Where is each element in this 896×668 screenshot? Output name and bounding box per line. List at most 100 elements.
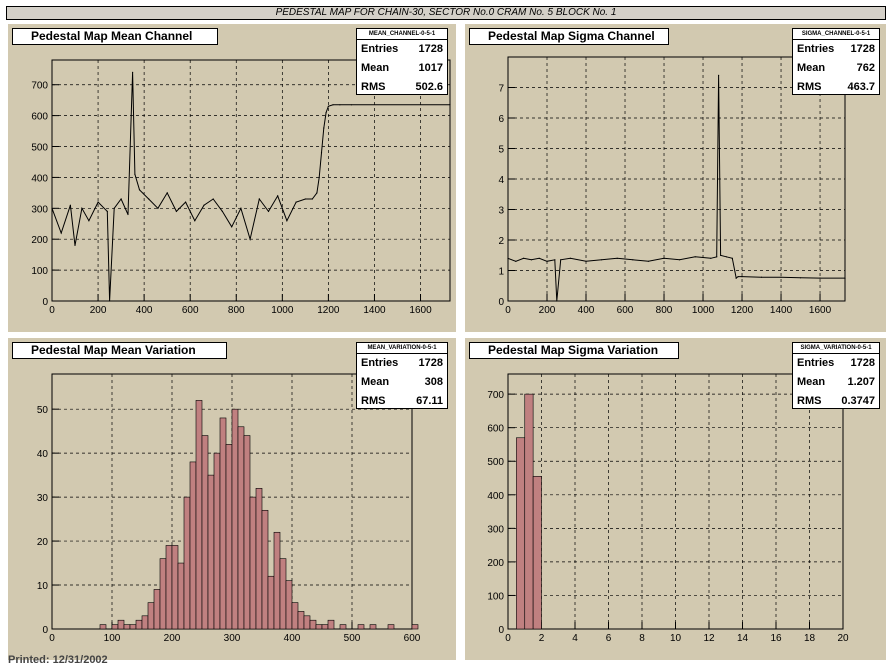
- y-tick-label: 50: [37, 405, 49, 416]
- stats-box: SIGMA_VARIATION-0-5-1 Entries 1728 Mean 1.…: [792, 342, 880, 409]
- data-point: [267, 210, 270, 212]
- histogram-bar: [225, 444, 233, 630]
- data-point: [560, 259, 562, 261]
- data-point: [569, 257, 571, 259]
- y-tick-label: 700: [31, 81, 48, 92]
- histogram-bar: [99, 624, 107, 630]
- data-point: [60, 232, 62, 234]
- data-point: [194, 220, 196, 222]
- data-point: [515, 260, 517, 262]
- pad-title: Pedestal Map Mean Channel: [12, 28, 218, 45]
- histogram-bar: [327, 619, 335, 630]
- data-point: [647, 260, 649, 262]
- x-tick-label: 800: [656, 305, 673, 316]
- x-tick-label: 1400: [770, 305, 793, 316]
- data-point: [731, 257, 733, 259]
- y-tick-label: 2: [498, 236, 504, 247]
- y-tick-label: 0: [498, 297, 504, 308]
- stats-mean-value: 1017: [418, 62, 443, 74]
- data-point: [741, 276, 743, 278]
- histogram-bar: [201, 435, 209, 630]
- stats-rms-label: RMS: [797, 81, 822, 93]
- x-tick-label: 0: [49, 633, 55, 644]
- histogram-bar: [291, 602, 299, 630]
- x-tick-label: 200: [539, 305, 556, 316]
- data-point: [286, 220, 288, 222]
- data-point: [88, 220, 90, 222]
- stats-entries-label: Entries: [797, 43, 835, 55]
- data-point: [81, 207, 83, 209]
- histogram-bar: [231, 408, 239, 630]
- data-point: [694, 256, 696, 258]
- data-point: [710, 257, 712, 259]
- data-point: [258, 198, 260, 200]
- y-tick-label: 400: [31, 173, 48, 184]
- stats-histogram-name: MEAN_VARIATION-0-5-1: [357, 343, 447, 354]
- y-tick-label: 0: [42, 297, 48, 308]
- histogram-bar: [285, 580, 293, 630]
- stats-box: SIGMA_CHANNEL-0-5-1 Entries 1728 Mean 762 …: [792, 28, 880, 95]
- histogram-bar: [123, 624, 131, 630]
- data-point: [212, 198, 214, 200]
- stats-mean-value: 308: [424, 376, 443, 388]
- data-series-line: [51, 72, 450, 302]
- x-tick-label: 20: [837, 633, 849, 644]
- data-point: [556, 300, 558, 302]
- data-point: [166, 192, 168, 194]
- y-tick-label: 700: [487, 390, 504, 401]
- x-tick-label: 1600: [809, 305, 832, 316]
- histogram-bar: [297, 611, 305, 630]
- histogram-bar: [111, 624, 119, 630]
- x-tick-label: 100: [104, 633, 121, 644]
- data-point: [760, 276, 763, 278]
- histogram-bar: [303, 615, 311, 630]
- x-tick-label: 200: [164, 633, 181, 644]
- x-tick-label: 600: [617, 305, 634, 316]
- histogram-bar: [153, 589, 161, 630]
- data-point: [134, 173, 136, 175]
- x-tick-label: 10: [670, 633, 682, 644]
- stats-entries-value: 1728: [418, 357, 443, 369]
- y-tick-label: 0: [498, 625, 504, 636]
- data-point: [51, 207, 53, 209]
- data-point: [277, 195, 279, 197]
- x-tick-label: 500: [344, 633, 361, 644]
- stats-entries-value: 1728: [418, 43, 443, 55]
- x-tick-label: 1000: [692, 305, 715, 316]
- x-tick-label: 18: [804, 633, 816, 644]
- y-tick-label: 1: [498, 267, 504, 278]
- data-point: [231, 226, 233, 228]
- data-point: [339, 104, 341, 106]
- data-point: [221, 210, 223, 212]
- y-tick-label: 10: [37, 581, 49, 592]
- x-tick-label: 1000: [271, 305, 294, 316]
- x-tick-label: 0: [505, 305, 511, 316]
- histogram-bar: [183, 496, 191, 630]
- data-point: [175, 210, 177, 212]
- stats-rms-value: 0.3747: [841, 395, 875, 407]
- data-point: [601, 259, 603, 261]
- y-tick-label: 40: [37, 449, 49, 460]
- data-point: [538, 257, 540, 259]
- stats-rms-label: RMS: [361, 395, 386, 407]
- stats-rms-value: 463.7: [847, 81, 875, 93]
- histogram-bar: [135, 619, 143, 630]
- stats-entries-label: Entries: [361, 43, 399, 55]
- canvas-title-banner: PEDESTAL MAP FOR CHAIN-30, SECTOR No.0 C…: [6, 6, 886, 20]
- y-tick-label: 300: [487, 524, 504, 535]
- data-point: [109, 300, 111, 302]
- data-point: [295, 201, 297, 203]
- stats-rms-label: RMS: [361, 81, 386, 93]
- histogram-bar: [387, 624, 395, 630]
- data-point: [97, 201, 99, 203]
- data-point: [113, 207, 115, 209]
- pad-mean-channel: 0 200 400 600 800 1000 1200 1400 1600 0 100 200 300 4…: [8, 24, 456, 332]
- data-point: [318, 176, 320, 178]
- data-point: [304, 198, 306, 200]
- y-tick-label: 20: [37, 537, 49, 548]
- stats-mean-label: Mean: [797, 62, 826, 74]
- histogram-bar: [532, 476, 542, 630]
- histogram-bar: [279, 558, 287, 630]
- stats-mean-value: 762: [856, 62, 875, 74]
- y-tick-label: 200: [31, 235, 48, 246]
